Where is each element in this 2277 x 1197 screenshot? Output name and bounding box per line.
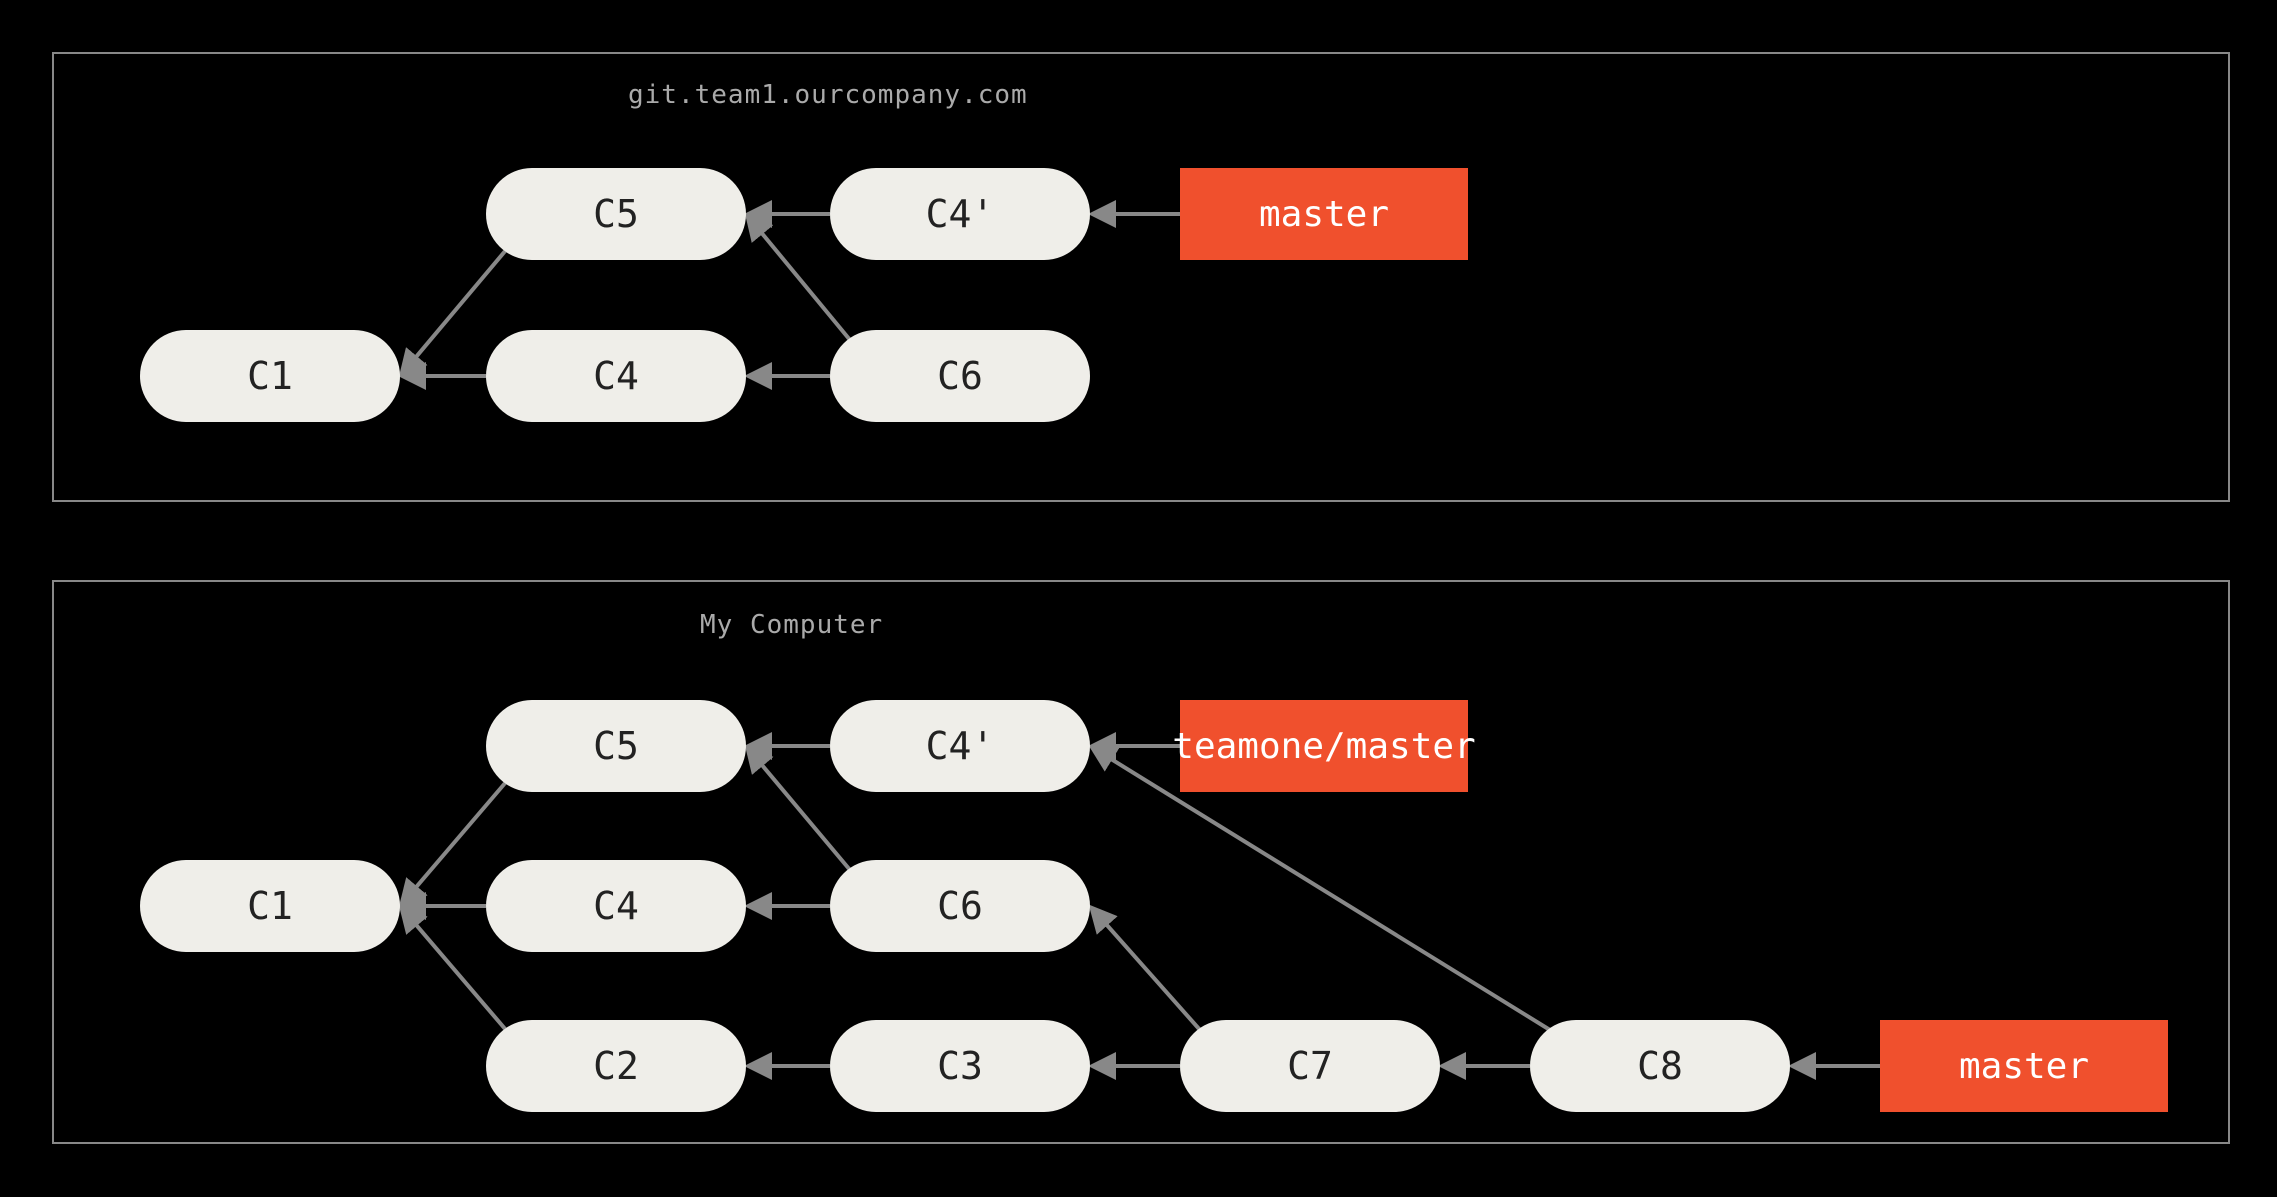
commit-c3: C3 <box>830 1020 1090 1112</box>
commit-c8: C8 <box>1530 1020 1790 1112</box>
node-label: C4' <box>926 724 995 768</box>
commit-c1: C1 <box>140 860 400 952</box>
commit-c6: C6 <box>830 330 1090 422</box>
commit-c4p: C4' <box>830 700 1090 792</box>
node-label: C4' <box>926 192 995 236</box>
commit-c4: C4 <box>486 860 746 952</box>
node-label: C1 <box>247 884 293 928</box>
node-label: teamone/master <box>1172 726 1475 767</box>
panel-title-local: My Computer <box>700 610 883 640</box>
branch-master: master <box>1180 168 1468 260</box>
node-label: C4 <box>593 354 639 398</box>
diagram-canvas: git.team1.ourcompany.com My Computer C1 C… <box>0 0 2277 1197</box>
commit-c2: C2 <box>486 1020 746 1112</box>
commit-c1: C1 <box>140 330 400 422</box>
commit-c7: C7 <box>1180 1020 1440 1112</box>
node-label: master <box>1959 1046 2089 1087</box>
commit-c4: C4 <box>486 330 746 422</box>
node-label: C7 <box>1287 1044 1333 1088</box>
panel-remote <box>52 52 2230 502</box>
node-label: C6 <box>937 354 983 398</box>
node-label: C5 <box>593 192 639 236</box>
branch-teamone_master: teamone/master <box>1180 700 1468 792</box>
node-label: C1 <box>247 354 293 398</box>
node-label: C6 <box>937 884 983 928</box>
panel-title-remote: git.team1.ourcompany.com <box>628 80 1028 110</box>
node-label: C2 <box>593 1044 639 1088</box>
node-label: C8 <box>1637 1044 1683 1088</box>
commit-c4p: C4' <box>830 168 1090 260</box>
node-label: C4 <box>593 884 639 928</box>
branch-master: master <box>1880 1020 2168 1112</box>
commit-c5: C5 <box>486 168 746 260</box>
commit-c6: C6 <box>830 860 1090 952</box>
node-label: master <box>1259 194 1389 235</box>
node-label: C5 <box>593 724 639 768</box>
commit-c5: C5 <box>486 700 746 792</box>
node-label: C3 <box>937 1044 983 1088</box>
